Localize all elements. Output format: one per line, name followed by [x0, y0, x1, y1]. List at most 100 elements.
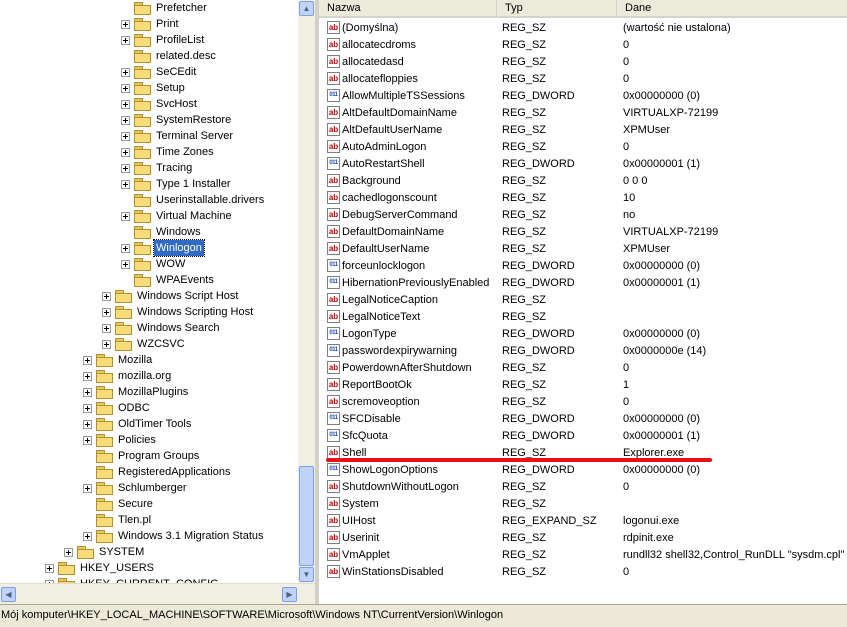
registry-values-list[interactable]: Nazwa Typ Dane ab (Domyślna) REG_SZ (wartoś… — [319, 0, 847, 604]
tree-item[interactable]: Mozilla — [83, 352, 154, 368]
tree-item-label[interactable]: WPAEvents — [154, 272, 216, 288]
value-row[interactable]: ab AltDefaultUserName REG_SZ XPMUser — [319, 122, 847, 139]
expand-toggle-icon[interactable] — [121, 83, 130, 93]
expand-toggle-icon[interactable] — [121, 147, 130, 157]
tree-item-label[interactable]: Schlumberger — [116, 480, 188, 496]
tree-item-label[interactable]: MozillaPlugins — [116, 384, 190, 400]
value-row[interactable]: 011 SfcQuota REG_DWORD 0x00000001 (1) — [319, 428, 847, 445]
value-row[interactable]: 011 AllowMultipleTSSessions REG_DWORD 0x000… — [319, 88, 847, 105]
tree-item-label[interactable]: SeCEdit — [154, 64, 198, 80]
value-row[interactable]: 011 HibernationPreviouslyEnabled REG_DWORD… — [319, 275, 847, 292]
tree-item-label[interactable]: Userinstallable.drivers — [154, 192, 266, 208]
tree-item-label[interactable]: Tracing — [154, 160, 194, 176]
tree-item[interactable]: Time Zones — [121, 144, 216, 160]
tree-item[interactable]: Secure — [83, 496, 155, 512]
expand-toggle-icon[interactable] — [121, 131, 130, 141]
tree-item-label[interactable]: Policies — [116, 432, 158, 448]
expand-toggle-icon[interactable] — [121, 67, 130, 77]
value-row[interactable]: ab Userinit REG_SZ rdpinit.exe — [319, 530, 847, 547]
tree-item[interactable]: HKEY_USERS — [45, 560, 156, 576]
tree-item-label[interactable]: SvcHost — [154, 96, 199, 112]
tree-item[interactable]: Schlumberger — [83, 480, 188, 496]
expand-toggle-icon[interactable] — [83, 403, 92, 413]
tree-item[interactable]: Windows Search — [102, 320, 222, 336]
column-header-type[interactable]: Typ — [497, 0, 617, 16]
value-row[interactable]: 011 AutoRestartShell REG_DWORD 0x00000001 (… — [319, 156, 847, 173]
expand-toggle-icon[interactable] — [102, 323, 111, 333]
tree-item[interactable]: Policies — [83, 432, 158, 448]
scroll-left-button[interactable]: ◀ — [1, 587, 16, 602]
tree-item[interactable]: Windows 3.1 Migration Status — [83, 528, 266, 544]
tree-item[interactable]: Windows — [121, 224, 203, 240]
value-row[interactable]: ab Background REG_SZ 0 0 0 — [319, 173, 847, 190]
tree-item[interactable]: WZCSVC — [102, 336, 187, 352]
tree-item[interactable]: Windows Scripting Host — [102, 304, 255, 320]
expand-toggle-icon[interactable] — [83, 531, 92, 541]
expand-toggle-icon[interactable] — [45, 563, 54, 573]
value-row[interactable]: 011 LogonType REG_DWORD 0x00000000 (0) — [319, 326, 847, 343]
value-row[interactable]: ab cachedlogonscount REG_SZ 10 — [319, 190, 847, 207]
value-row[interactable]: ab LegalNoticeText REG_SZ — [319, 309, 847, 326]
scroll-down-button[interactable]: ▼ — [299, 567, 314, 582]
tree-item[interactable]: mozilla.org — [83, 368, 173, 384]
tree-item-label[interactable]: Time Zones — [154, 144, 216, 160]
tree-item[interactable]: RegisteredApplications — [83, 464, 233, 480]
value-row[interactable]: ab ReportBootOk REG_SZ 1 — [319, 377, 847, 394]
tree-item-label[interactable]: Type 1 Installer — [154, 176, 233, 192]
tree-item[interactable]: WOW — [121, 256, 187, 272]
tree-item-label[interactable]: Windows 3.1 Migration Status — [116, 528, 266, 544]
value-row[interactable]: ab allocatefloppies REG_SZ 0 — [319, 71, 847, 88]
tree-item-label[interactable]: Virtual Machine — [154, 208, 234, 224]
tree-item[interactable]: Virtual Machine — [121, 208, 234, 224]
tree-item[interactable]: Program Groups — [83, 448, 201, 464]
value-row[interactable]: ab UIHost REG_EXPAND_SZ logonui.exe — [319, 513, 847, 530]
expand-toggle-icon[interactable] — [83, 355, 92, 365]
tree-item[interactable]: WPAEvents — [121, 272, 216, 288]
tree-item[interactable]: SvcHost — [121, 96, 199, 112]
value-row[interactable]: ab PowerdownAfterShutdown REG_SZ 0 — [319, 360, 847, 377]
value-row[interactable]: ab AltDefaultDomainName REG_SZ VIRTUALXP-72… — [319, 105, 847, 122]
expand-toggle-icon[interactable] — [121, 211, 130, 221]
value-row[interactable]: ab DefaultDomainName REG_SZ VIRTUALXP-72199 — [319, 224, 847, 241]
tree-item[interactable]: Winlogon — [121, 239, 205, 257]
expand-toggle-icon[interactable] — [121, 179, 130, 189]
column-header-data[interactable]: Dane — [617, 0, 847, 16]
tree-item-label[interactable]: Mozilla — [116, 352, 154, 368]
expand-toggle-icon[interactable] — [102, 307, 111, 317]
tree-item-label[interactable]: RegisteredApplications — [116, 464, 233, 480]
tree-item-label[interactable]: Print — [154, 16, 181, 32]
expand-toggle-icon[interactable] — [121, 115, 130, 125]
tree-item[interactable]: Prefetcher — [121, 0, 209, 16]
tree-vertical-scrollbar[interactable]: ▲ ▼ — [298, 0, 315, 583]
value-row[interactable]: ab allocatecdroms REG_SZ 0 — [319, 37, 847, 54]
value-row[interactable]: ab DebugServerCommand REG_SZ no — [319, 207, 847, 224]
expand-toggle-icon[interactable] — [83, 419, 92, 429]
tree-item[interactable]: ProfileList — [121, 32, 206, 48]
tree-item-label[interactable]: Tlen.pl — [116, 512, 153, 528]
tree-item[interactable]: Type 1 Installer — [121, 176, 233, 192]
value-row[interactable]: ab allocatedasd REG_SZ 0 — [319, 54, 847, 71]
scroll-thumb[interactable] — [299, 466, 314, 566]
expand-toggle-icon[interactable] — [121, 35, 130, 45]
tree-item-label[interactable]: Windows Script Host — [135, 288, 240, 304]
tree-horizontal-scrollbar[interactable]: ◀ ▶ — [0, 583, 315, 605]
expand-toggle-icon[interactable] — [102, 291, 111, 301]
tree-item-label[interactable]: mozilla.org — [116, 368, 173, 384]
value-row[interactable]: ab (Domyślna) REG_SZ (wartość nie ustalona) — [319, 20, 847, 37]
tree-item[interactable]: Tlen.pl — [83, 512, 153, 528]
expand-toggle-icon[interactable] — [83, 435, 92, 445]
tree-item-label[interactable]: OldTimer Tools — [116, 416, 193, 432]
value-row[interactable]: ab ShutdownWithoutLogon REG_SZ 0 — [319, 479, 847, 496]
tree-item[interactable]: Windows Script Host — [102, 288, 240, 304]
expand-toggle-icon[interactable] — [83, 371, 92, 381]
scroll-right-button[interactable]: ▶ — [282, 587, 297, 602]
value-row[interactable]: ab DefaultUserName REG_SZ XPMUser — [319, 241, 847, 258]
tree-item-label[interactable]: related.desc — [154, 48, 218, 64]
tree-item[interactable]: Setup — [121, 80, 187, 96]
value-row[interactable]: ab VmApplet REG_SZ rundll32 shell32,Control… — [319, 547, 847, 564]
tree-item[interactable]: Userinstallable.drivers — [121, 192, 266, 208]
value-row[interactable]: ab WinStationsDisabled REG_SZ 0 — [319, 564, 847, 581]
expand-toggle-icon[interactable] — [121, 99, 130, 109]
tree-item[interactable]: related.desc — [121, 48, 218, 64]
tree-item[interactable]: Terminal Server — [121, 128, 235, 144]
